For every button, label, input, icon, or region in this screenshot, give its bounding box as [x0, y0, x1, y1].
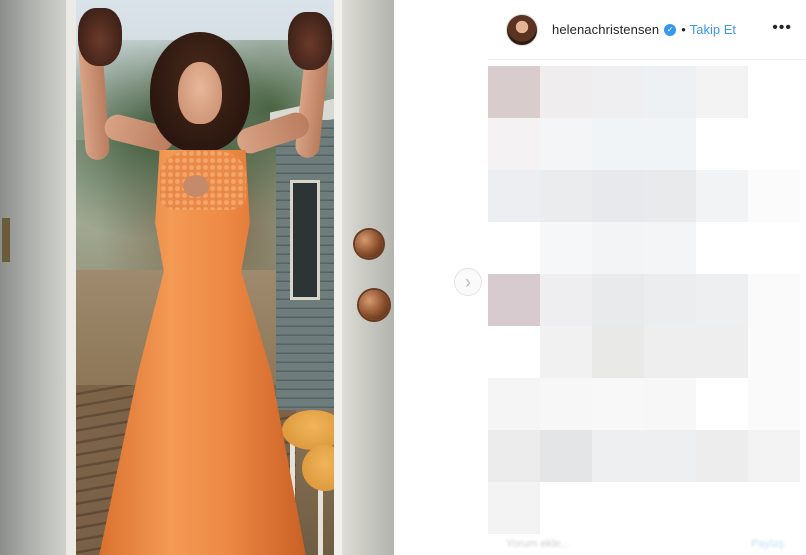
mosaic-tile	[644, 274, 696, 326]
mosaic-tile	[488, 118, 540, 170]
photo-face	[178, 62, 222, 124]
mosaic-tile	[696, 430, 748, 482]
mosaic-tile	[696, 222, 748, 274]
mosaic-tile	[540, 430, 592, 482]
mosaic-tile	[592, 66, 644, 118]
door-knob-icon	[359, 290, 389, 320]
mosaic-tile	[644, 222, 696, 274]
mosaic-tile	[540, 66, 592, 118]
mosaic-tile	[644, 482, 696, 534]
mosaic-tile	[748, 430, 800, 482]
header-separator: •	[681, 22, 686, 37]
mosaic-tile	[488, 378, 540, 430]
username-link[interactable]: helenachristensen	[552, 22, 659, 37]
chevron-right-icon: ›	[465, 272, 471, 292]
mosaic-tile	[540, 170, 592, 222]
mosaic-tile	[748, 222, 800, 274]
post-header: helenachristensen ✓ • Takip Et •••	[488, 0, 806, 60]
mosaic-tile	[540, 326, 592, 378]
mosaic-tile	[748, 326, 800, 378]
mosaic-tile	[540, 274, 592, 326]
mosaic-tile	[592, 222, 644, 274]
photo-hand-right	[288, 12, 332, 70]
photo-door-edge-right	[334, 0, 342, 555]
mosaic-tile	[696, 170, 748, 222]
mosaic-tile	[540, 378, 592, 430]
mosaic-tile	[696, 326, 748, 378]
mosaic-tile	[748, 66, 800, 118]
mosaic-tile	[748, 170, 800, 222]
avatar[interactable]	[506, 13, 538, 46]
mosaic-tile	[748, 378, 800, 430]
mosaic-tile	[488, 222, 540, 274]
mosaic-tile	[488, 326, 540, 378]
door-lock-icon	[355, 230, 383, 258]
photo-dress-cutout	[183, 175, 209, 197]
mosaic-tile	[644, 430, 696, 482]
follow-button[interactable]: Takip Et	[690, 22, 736, 37]
add-comment-input[interactable]: Yorum ekle...	[506, 538, 570, 550]
more-horizontal-icon[interactable]: •••	[772, 18, 792, 38]
mosaic-tile	[592, 118, 644, 170]
mosaic-tile	[488, 274, 540, 326]
mosaic-tile	[696, 378, 748, 430]
mosaic-tile	[488, 430, 540, 482]
mosaic-tile	[644, 66, 696, 118]
post-side-panel: helenachristensen ✓ • Takip Et ••• Yorum…	[488, 0, 806, 555]
mosaic-tile	[644, 118, 696, 170]
mosaic-tile	[696, 482, 748, 534]
photo-hand-left	[78, 8, 122, 66]
mosaic-tile	[748, 118, 800, 170]
mosaic-tile	[592, 326, 644, 378]
mosaic-tile	[592, 482, 644, 534]
photo-house-window	[290, 180, 320, 300]
stool-leg	[318, 480, 323, 555]
photo-door-hinge	[2, 218, 10, 262]
mosaic-tile	[644, 170, 696, 222]
mosaic-tile	[696, 118, 748, 170]
next-image-button[interactable]: ›	[454, 268, 482, 296]
mosaic-tile	[488, 170, 540, 222]
mosaic-tile	[488, 482, 540, 534]
mosaic-tile	[592, 378, 644, 430]
mosaic-tile	[540, 222, 592, 274]
pixelated-comments-area	[488, 60, 806, 534]
mosaic-tile	[644, 378, 696, 430]
photo-door-edge-left	[66, 0, 76, 555]
mosaic-tile	[592, 274, 644, 326]
post-photo[interactable]	[0, 0, 394, 555]
mosaic-tile	[644, 326, 696, 378]
mosaic-tile	[540, 482, 592, 534]
mosaic-tile	[592, 170, 644, 222]
photo-door-frame-right	[334, 0, 394, 555]
share-button[interactable]: Paylaş	[751, 538, 784, 550]
mosaic-tile	[488, 66, 540, 118]
verified-badge-icon: ✓	[664, 23, 677, 36]
mosaic-tile	[696, 66, 748, 118]
mosaic-tile	[696, 274, 748, 326]
mosaic-tile	[748, 482, 800, 534]
mosaic-tile	[540, 118, 592, 170]
photo-door-frame-left	[0, 0, 76, 555]
mosaic-tile	[592, 430, 644, 482]
mosaic-tile	[748, 274, 800, 326]
